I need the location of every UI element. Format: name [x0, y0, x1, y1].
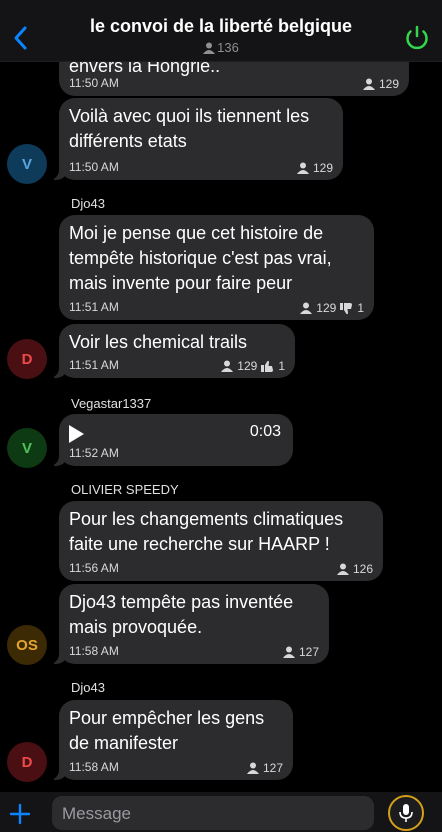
view-count: 129: [316, 301, 337, 315]
view-count: 126: [352, 562, 373, 576]
message-time: 11:52 AM: [69, 446, 119, 460]
member-count-value: 136: [217, 40, 239, 55]
message-text: faite une recherche sur HAARP !: [69, 534, 330, 554]
message-bubble[interactable]: envers la Hongrie.. 11:50 AM 129: [59, 62, 409, 96]
message-bubble[interactable]: Moi je pense que cet histoire de tempête…: [59, 215, 374, 320]
message-text: mais provoquée.: [69, 617, 203, 637]
message-bubble[interactable]: Pour les changements climatiques faite u…: [59, 501, 383, 581]
avatar[interactable]: V: [7, 144, 47, 184]
message-bubble[interactable]: Voir les chemical trails 11:51 AM 129 1: [49, 324, 295, 378]
avatar[interactable]: V: [7, 428, 47, 468]
person-icon: [221, 360, 234, 372]
thumbs-up-icon[interactable]: [261, 360, 274, 373]
message-time: 11:51 AM: [69, 358, 119, 372]
message-views: 129: [296, 161, 333, 175]
mic-button[interactable]: [388, 795, 424, 831]
sender-name[interactable]: Djo43: [71, 196, 105, 211]
play-icon[interactable]: [69, 425, 84, 443]
avatar[interactable]: D: [7, 339, 47, 379]
message-time: 11:50 AM: [69, 160, 119, 174]
message-composer: Message: [0, 792, 442, 832]
person-icon: [300, 302, 313, 314]
message-views: 127: [246, 761, 283, 775]
message-text: Pour les changements climatiques: [69, 509, 344, 529]
message-text: tempête historique c'est pas vrai,: [69, 248, 332, 268]
person-icon: [246, 762, 259, 774]
chat-title[interactable]: le convoi de la liberté belgique: [60, 16, 382, 37]
voice-duration: 0:03: [249, 423, 281, 440]
message-views: 127: [282, 645, 319, 659]
message-text: de manifester: [69, 733, 179, 753]
message-bubble[interactable]: Voilà avec quoi ils tiennent les différe…: [49, 98, 343, 180]
message-list[interactable]: envers la Hongrie.. 11:50 AM 129 Voilà a…: [0, 62, 442, 792]
view-count: 127: [298, 645, 319, 659]
person-icon: [282, 646, 295, 658]
message-time: 11:50 AM: [69, 76, 119, 90]
person-icon: [362, 78, 375, 90]
mic-icon: [399, 804, 413, 822]
view-count: 129: [378, 77, 399, 91]
view-count: 129: [237, 359, 258, 373]
sender-name[interactable]: Djo43: [71, 680, 105, 695]
member-count: 136: [0, 40, 442, 55]
message-bubble[interactable]: Pour empêcher les gens de manifester 11:…: [49, 700, 293, 780]
view-count: 127: [262, 761, 283, 775]
power-icon[interactable]: [402, 22, 432, 52]
person-icon: [296, 162, 309, 174]
message-time: 11:51 AM: [69, 300, 119, 314]
view-count: 129: [312, 161, 333, 175]
person-icon: [336, 563, 349, 575]
reaction-count: 1: [278, 359, 285, 373]
avatar[interactable]: OS: [7, 625, 47, 665]
sender-name[interactable]: Vegastar1337: [71, 396, 151, 411]
message-time: 11:58 AM: [69, 760, 119, 774]
message-time: 11:58 AM: [69, 644, 119, 658]
voice-message-bubble[interactable]: 0:03 11:52 AM: [49, 414, 293, 466]
message-input[interactable]: Message: [52, 796, 374, 830]
sender-name[interactable]: OLIVIER SPEEDY: [71, 482, 179, 497]
person-icon: [203, 42, 216, 54]
message-text: Djo43 tempête pas inventée: [69, 592, 294, 612]
message-text: Voir les chemical trails: [69, 332, 248, 352]
message-text: Pour empêcher les gens: [69, 708, 265, 728]
avatar[interactable]: D: [7, 742, 47, 782]
message-text: Voilà avec quoi ils tiennent les: [69, 106, 310, 126]
message-bubble[interactable]: Djo43 tempête pas inventée mais provoqué…: [49, 584, 329, 664]
message-time: 11:56 AM: [69, 561, 119, 575]
plus-icon[interactable]: [8, 802, 32, 826]
message-views: 126: [336, 562, 373, 576]
message-text: différents etats: [69, 131, 187, 151]
reaction-count: 1: [357, 301, 364, 315]
message-text: mais invente pour faire peur: [69, 273, 293, 293]
thumbs-down-icon[interactable]: [340, 302, 353, 315]
message-views: 129 1: [300, 301, 364, 315]
chat-header: le convoi de la liberté belgique 136: [0, 0, 442, 62]
message-views: 129: [362, 77, 399, 91]
message-views: 129 1: [221, 359, 285, 373]
message-text: Moi je pense que cet histoire de: [69, 223, 324, 243]
